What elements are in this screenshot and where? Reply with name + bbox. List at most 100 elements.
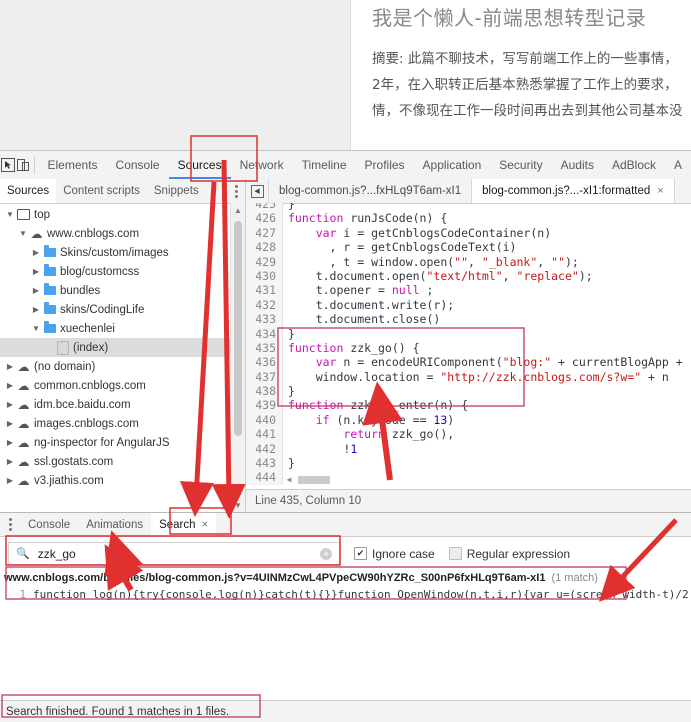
line-text: if (n.keyCode == 13) <box>283 413 454 427</box>
tab-console[interactable]: Console <box>107 151 169 179</box>
drawer-tab-console[interactable]: Console <box>20 513 78 536</box>
tab-profiles[interactable]: Profiles <box>356 151 414 179</box>
twisty-down-icon[interactable]: ▼ <box>4 205 16 224</box>
tab-list-icon[interactable]: ◀ <box>246 179 269 203</box>
tree-item-skins-codinglife[interactable]: ▶ skins/CodingLife <box>0 300 230 319</box>
tab-sources[interactable]: Sources <box>169 151 231 179</box>
domain-icon: ☁ <box>16 361 31 373</box>
code-line: 443} <box>246 456 691 470</box>
domain-icon: ☁ <box>16 399 31 411</box>
tree-item-label: blog/customcss <box>60 266 139 278</box>
tree-item-ssl-gostats[interactable]: ▶ ☁ ssl.gostats.com <box>0 452 230 471</box>
ignore-case-option[interactable]: ✔ Ignore case <box>354 547 435 561</box>
more-vertical-icon[interactable] <box>227 179 245 203</box>
tree-item-xuechenlei[interactable]: ▼ xuechenlei <box>0 319 230 338</box>
editor-status-bar: Line 435, Column 10 <box>246 489 691 512</box>
nav-tab-content-scripts[interactable]: Content scripts <box>56 179 147 203</box>
checkbox-regular-expression[interactable] <box>449 547 462 560</box>
twisty-down-icon[interactable]: ▼ <box>17 224 29 243</box>
tree-item-skins-custom-images[interactable]: ▶ Skins/custom/images <box>0 243 230 262</box>
tree-item-top[interactable]: ▼ top <box>0 205 230 224</box>
domain-icon: ☁ <box>29 228 44 240</box>
close-icon[interactable]: × <box>657 185 663 197</box>
editor-tab-blog-common-formatted[interactable]: blog-common.js?...-xI1:formatted × <box>472 179 675 203</box>
clear-input-icon[interactable]: × <box>320 548 332 560</box>
twisty-right-icon[interactable]: ▶ <box>4 376 16 395</box>
tab-security[interactable]: Security <box>490 151 551 179</box>
tree-item-index[interactable]: (index) <box>0 338 230 357</box>
tab-elements[interactable]: Elements <box>39 151 107 179</box>
line-number: 429 <box>246 255 283 269</box>
nav-tab-sources[interactable]: Sources <box>0 179 56 203</box>
frame-icon <box>16 209 31 220</box>
twisty-right-icon[interactable]: ▶ <box>4 452 16 471</box>
drawer-tab-animations[interactable]: Animations <box>78 513 151 536</box>
scroll-left-arrow-icon[interactable]: ◀ <box>284 475 294 485</box>
scrollbar-thumb[interactable] <box>234 221 242 436</box>
excerpt-line: 情，不像现在工作一段时间再出去到其他公司基本没 <box>372 98 691 124</box>
line-text: } <box>283 384 295 398</box>
tab-application[interactable]: Application <box>414 151 491 179</box>
tree-item-common-cnblogs[interactable]: ▶ ☁ common.cnblogs.com <box>0 376 230 395</box>
tree-item-idm-bce-baidu[interactable]: ▶ ☁ idm.bce.baidu.com <box>0 395 230 414</box>
tab-timeline[interactable]: Timeline <box>293 151 356 179</box>
scrollbar-thumb[interactable] <box>298 476 330 484</box>
drawer-tab-search[interactable]: Search × <box>151 513 216 536</box>
more-vertical-icon[interactable] <box>0 513 20 536</box>
twisty-right-icon[interactable]: ▶ <box>30 300 42 319</box>
tree-item-www-cnblogs[interactable]: ▼ ☁ www.cnblogs.com <box>0 224 230 243</box>
sources-panel-body: Sources Content scripts Snippets ▼ top ▼… <box>0 179 691 512</box>
editor-tab-blog-common[interactable]: blog-common.js?...fxHLq9T6am-xI1 <box>269 179 472 203</box>
search-field[interactable]: 🔍 × <box>8 542 340 565</box>
result-line-number: 1 <box>0 588 33 601</box>
search-input[interactable] <box>36 546 320 562</box>
twisty-right-icon[interactable]: ▶ <box>4 414 16 433</box>
tree-item-label: idm.bce.baidu.com <box>34 399 131 411</box>
tab-audits[interactable]: Audits <box>552 151 603 179</box>
regular-expression-option[interactable]: Regular expression <box>449 547 570 561</box>
twisty-right-icon[interactable]: ▶ <box>4 471 16 490</box>
scroll-down-arrow-icon[interactable]: ▼ <box>231 498 245 512</box>
line-number: 425 <box>246 203 283 211</box>
line-number: 436 <box>246 355 283 369</box>
result-line-text: function log(n){try{console.log(n)}catch… <box>33 588 689 601</box>
twisty-right-icon[interactable]: ▶ <box>30 243 42 262</box>
editor-tab-strip: ◀ blog-common.js?...fxHLq9T6am-xI1 blog-… <box>246 179 691 204</box>
inspect-cursor-icon[interactable] <box>0 151 15 179</box>
twisty-right-icon[interactable]: ▶ <box>4 395 16 414</box>
twisty-right-icon[interactable]: ▶ <box>30 262 42 281</box>
folder-icon <box>42 248 57 257</box>
code-editor[interactable]: 425} 426function runJsCode(n) { 427 var … <box>246 203 691 489</box>
tree-item-v3-jiathis[interactable]: ▶ ☁ v3.jiathis.com <box>0 471 230 490</box>
line-number: 441 <box>246 427 283 441</box>
line-number: 433 <box>246 312 283 326</box>
tree-item-ng-inspector[interactable]: ▶ ☁ ng-inspector for AngularJS <box>0 433 230 452</box>
editor-horizontal-scrollbar[interactable]: ◀ <box>284 475 687 485</box>
tree-item-bundles[interactable]: ▶ bundles <box>0 281 230 300</box>
code-line: 425} <box>246 203 691 211</box>
twisty-right-icon[interactable]: ▶ <box>4 433 16 452</box>
folder-icon <box>42 267 57 276</box>
checkbox-ignore-case[interactable]: ✔ <box>354 547 367 560</box>
scroll-up-arrow-icon[interactable]: ▲ <box>231 203 245 217</box>
twisty-right-icon[interactable]: ▶ <box>30 281 42 300</box>
device-toolbar-icon[interactable] <box>15 151 30 179</box>
search-status-bar: Search finished. Found 1 matches in 1 fi… <box>0 700 691 722</box>
webpage-content: 我是个懒人-前端思想转型记录 摘要: 此篇不聊技术，写写前端工作上的一些事情， … <box>350 0 691 150</box>
close-icon[interactable]: × <box>202 519 209 531</box>
tree-item-label: (no domain) <box>34 361 95 373</box>
search-result-file[interactable]: www.cnblogs.com/bundles/blog-common.js?v… <box>0 570 691 586</box>
line-text: t.document.close() <box>283 312 440 326</box>
tab-network[interactable]: Network <box>231 151 293 179</box>
toolbar-divider <box>34 156 35 174</box>
tree-item-images-cnblogs[interactable]: ▶ ☁ images.cnblogs.com <box>0 414 230 433</box>
twisty-right-icon[interactable]: ▶ <box>4 357 16 376</box>
navigator-scrollbar[interactable]: ▲ ▼ <box>230 203 245 512</box>
search-result-match[interactable]: 1 function log(n){try{console.log(n)}cat… <box>0 586 691 602</box>
tab-adblock[interactable]: AdBlock <box>603 151 665 179</box>
tab-overflow[interactable]: A <box>665 151 691 179</box>
twisty-down-icon[interactable]: ▼ <box>30 319 42 338</box>
tree-item-blog-customcss[interactable]: ▶ blog/customcss <box>0 262 230 281</box>
tree-item-no-domain[interactable]: ▶ ☁ (no domain) <box>0 357 230 376</box>
nav-tab-snippets[interactable]: Snippets <box>147 179 206 203</box>
